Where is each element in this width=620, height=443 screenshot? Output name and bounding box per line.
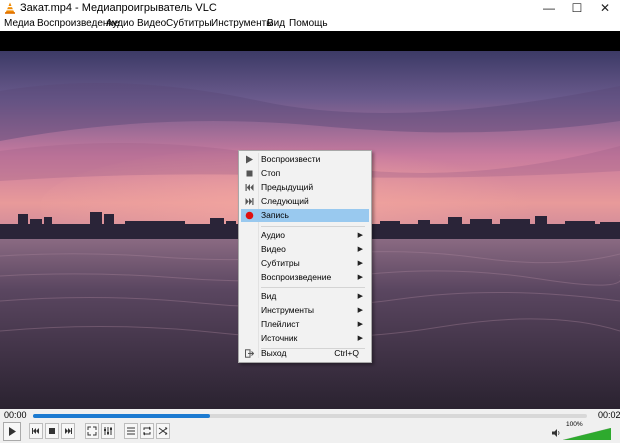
record-icon [245, 211, 254, 220]
close-button[interactable]: ✕ [591, 0, 619, 17]
menu-item-source[interactable]: Источник ▶ [241, 332, 369, 345]
next-icon [65, 428, 72, 434]
control-bar: 100% [0, 421, 620, 442]
menu-subtitles[interactable]: Субтитры [166, 18, 212, 29]
previous-icon [32, 428, 39, 434]
minimize-button[interactable]: — [535, 0, 563, 17]
menu-item-record[interactable]: Запись [241, 209, 369, 222]
menu-item-video[interactable]: Видео ▶ [241, 243, 369, 256]
total-time: 00:02 [598, 410, 620, 420]
extended-settings-button[interactable] [101, 423, 115, 439]
equalizer-icon [104, 427, 112, 435]
next-button[interactable] [61, 423, 75, 439]
menu-item-subtitles[interactable]: Субтитры ▶ [241, 257, 369, 270]
playlist-button[interactable] [124, 423, 138, 439]
shuffle-button[interactable] [156, 423, 170, 439]
loop-icon [143, 426, 151, 436]
menu-view[interactable]: Вид [267, 18, 285, 29]
menu-item-stop[interactable]: Стоп [241, 167, 369, 180]
seek-row: 00:00 00:02 [0, 409, 620, 422]
maximize-button[interactable]: ☐ [563, 0, 591, 17]
stop-icon [49, 428, 55, 434]
seek-progress [33, 414, 211, 418]
stop-icon [246, 170, 253, 177]
submenu-arrow-icon: ▶ [357, 260, 363, 267]
menu-tools[interactable]: Инструменты [211, 18, 273, 29]
menu-separator [261, 226, 365, 227]
submenu-arrow-icon: ▶ [357, 335, 363, 342]
menu-item-exit[interactable]: Выход Ctrl+Q [241, 347, 369, 360]
speaker-icon[interactable] [551, 428, 561, 438]
menu-item-next[interactable]: Следующий [241, 195, 369, 208]
menu-audio[interactable]: Аудио [106, 18, 134, 29]
vlc-cone-icon [5, 2, 15, 14]
play-button[interactable] [3, 422, 21, 441]
current-time: 00:00 [4, 410, 27, 420]
submenu-arrow-icon: ▶ [357, 246, 363, 253]
submenu-arrow-icon: ▶ [357, 307, 363, 314]
submenu-arrow-icon: ▶ [357, 321, 363, 328]
play-icon [9, 427, 16, 436]
menu-bar: Медиа Воспроизведение Аудио Видео Субтит… [0, 17, 620, 31]
menu-help[interactable]: Помощь [289, 18, 328, 29]
shuffle-icon [158, 427, 168, 435]
seek-slider[interactable] [33, 414, 587, 418]
volume-slider[interactable] [563, 428, 611, 440]
play-icon [246, 155, 253, 164]
playlist-icon [127, 427, 135, 435]
previous-button[interactable] [29, 423, 43, 439]
window-title: Закат.mp4 - Медиапроигрыватель VLC [20, 2, 217, 14]
video-area[interactable]: Воспроизвести Стоп Предыдущий Следующий … [0, 31, 620, 409]
exit-icon [245, 349, 254, 358]
fullscreen-icon [87, 426, 97, 436]
previous-icon [245, 184, 254, 191]
menu-item-play[interactable]: Воспроизвести [241, 153, 369, 166]
menu-item-playlist[interactable]: Плейлист ▶ [241, 318, 369, 331]
menu-item-view[interactable]: Вид ▶ [241, 290, 369, 303]
exit-shortcut: Ctrl+Q [334, 348, 359, 358]
menu-item-playback[interactable]: Воспроизведение ▶ [241, 271, 369, 284]
menu-video[interactable]: Видео [137, 18, 166, 29]
submenu-arrow-icon: ▶ [357, 232, 363, 239]
submenu-arrow-icon: ▶ [357, 274, 363, 281]
next-icon [245, 198, 254, 205]
title-bar: Закат.mp4 - Медиапроигрыватель VLC — ☐ ✕ [0, 0, 620, 17]
fullscreen-button[interactable] [85, 423, 99, 439]
menu-separator [261, 287, 365, 288]
menu-media[interactable]: Медиа [4, 18, 35, 29]
loop-button[interactable] [140, 423, 154, 439]
menu-item-tools[interactable]: Инструменты ▶ [241, 304, 369, 317]
menu-item-audio[interactable]: Аудио ▶ [241, 229, 369, 242]
context-menu: Воспроизвести Стоп Предыдущий Следующий … [238, 150, 372, 363]
volume-percent: 100% [566, 421, 583, 428]
menu-item-previous[interactable]: Предыдущий [241, 181, 369, 194]
submenu-arrow-icon: ▶ [357, 293, 363, 300]
stop-button[interactable] [45, 423, 59, 439]
